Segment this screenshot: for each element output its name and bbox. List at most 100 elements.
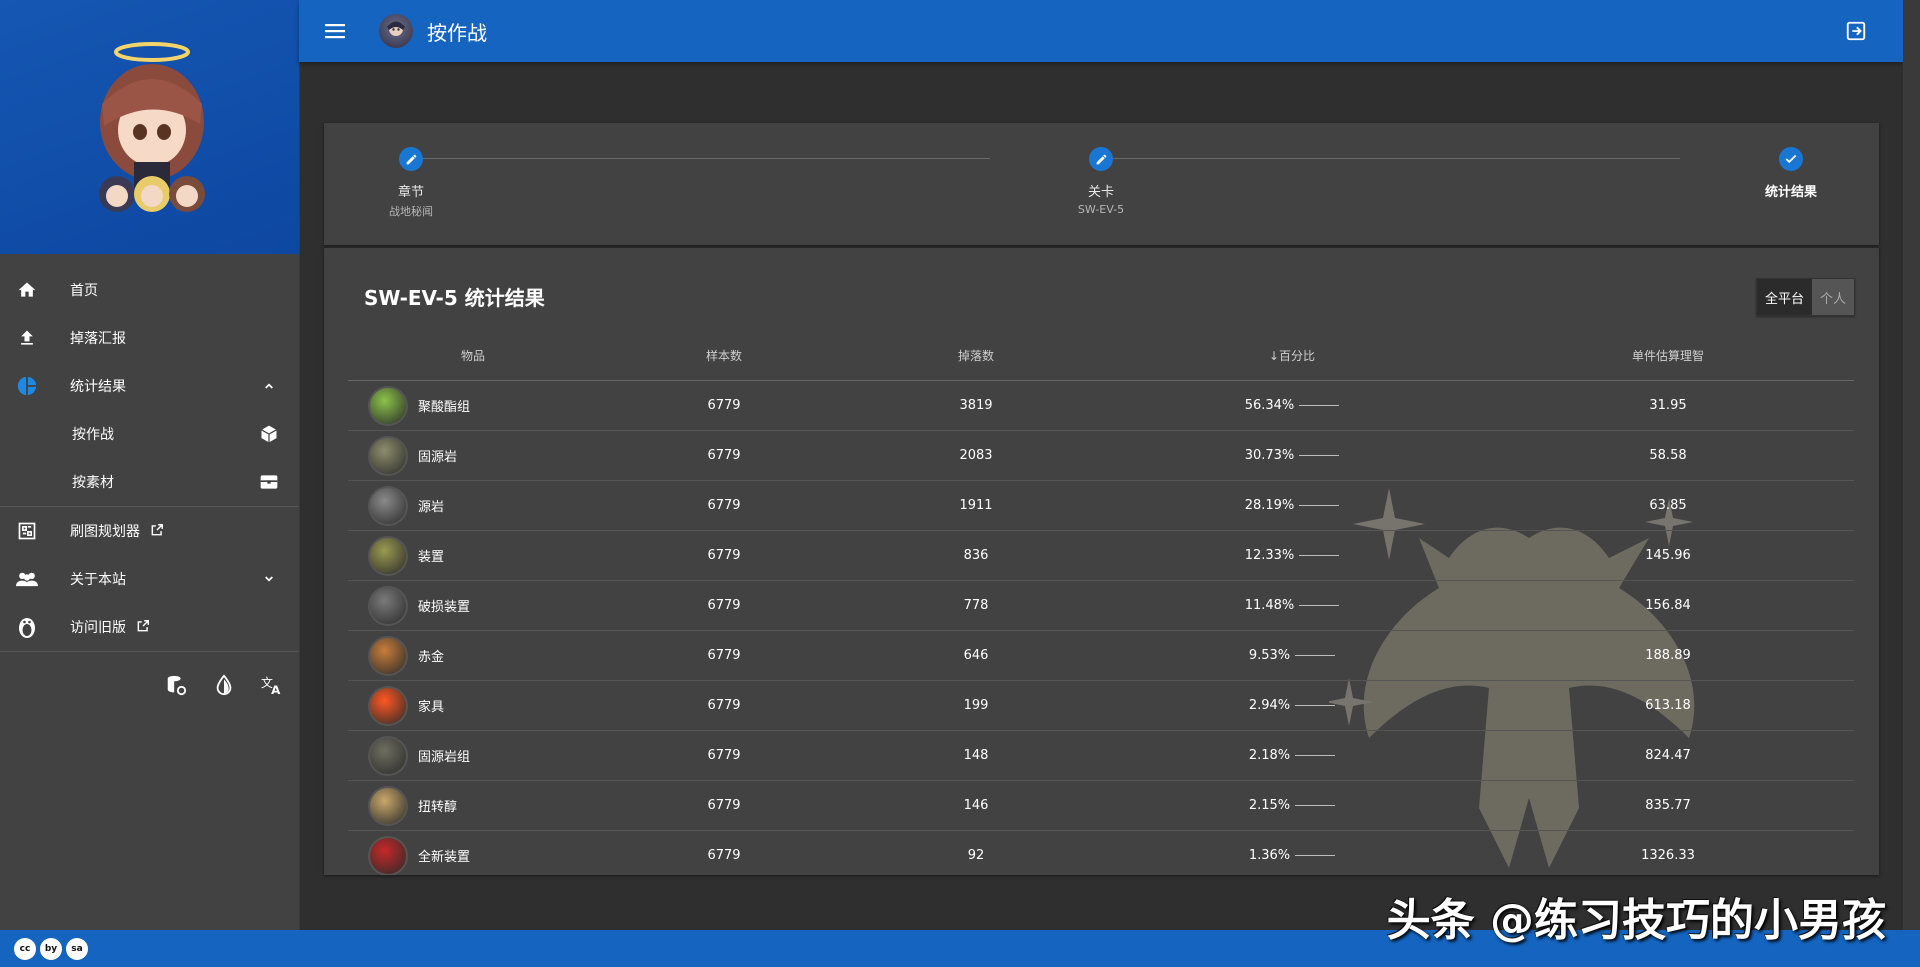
chevron-up-icon: [259, 376, 279, 396]
drops-cell: 836: [850, 530, 1102, 581]
item-name[interactable]: 固源岩: [418, 446, 457, 465]
edit-icon: [399, 147, 423, 171]
watermark-text: 头条 @练习技巧的小男孩: [1386, 895, 1886, 946]
sidebar-item-about[interactable]: 关于本站: [0, 555, 299, 603]
external-link-icon: [136, 619, 152, 635]
item-cell: 聚酸酯组: [348, 380, 598, 431]
drops-cell: 199: [850, 680, 1102, 731]
samples-cell: 6779: [598, 630, 850, 681]
samples-cell: 6779: [598, 380, 850, 431]
table-row[interactable]: 固源岩 6779 2083 30.73% 58.58: [348, 430, 1854, 481]
percent-cell: 9.53%: [1102, 630, 1482, 681]
menu-icon[interactable]: [323, 18, 349, 44]
item-name[interactable]: 家具: [418, 696, 444, 715]
item-name[interactable]: 源岩: [418, 496, 444, 515]
percent-bar: [1295, 855, 1336, 856]
item-name[interactable]: 全新装置: [418, 846, 470, 865]
item-name[interactable]: 赤金: [418, 646, 444, 665]
cc-by-icon: by: [40, 938, 62, 960]
sidebar-item-stats[interactable]: 统计结果: [0, 362, 299, 410]
sidebar-item-by-material[interactable]: 按素材: [0, 458, 299, 506]
item-cell: 固源岩组: [348, 730, 598, 781]
sidebar-item-label: 刷图规划器: [70, 524, 140, 540]
samples-cell: 6779: [598, 480, 850, 531]
item-name[interactable]: 聚酸酯组: [418, 396, 470, 415]
column-header-percent[interactable]: ↓百分比: [1102, 330, 1482, 381]
percent-bar: [1295, 755, 1336, 756]
sidebar-item-home[interactable]: 首页: [0, 266, 299, 314]
step-chapter[interactable]: 章节 战地秘闻: [351, 147, 471, 219]
item-name[interactable]: 扭转醇: [418, 796, 457, 815]
data-source-icon[interactable]: [163, 672, 189, 698]
column-header-samples[interactable]: 样本数: [598, 330, 850, 381]
drops-cell: 146: [850, 780, 1102, 831]
sidebar-item-legacy[interactable]: 访问旧版: [0, 603, 299, 651]
theme-drop-icon[interactable]: [211, 672, 237, 698]
toggle-all-platforms[interactable]: 全平台: [1756, 279, 1812, 315]
table-row[interactable]: 破损装置 6779 778 11.48% 156.84: [348, 580, 1854, 631]
column-header-drops[interactable]: 掉落数: [850, 330, 1102, 381]
table-row[interactable]: 扭转醇 6779 146 2.15% 835.77: [348, 780, 1854, 831]
item-cell: 破损装置: [348, 580, 598, 631]
percent-bar: [1299, 455, 1340, 456]
sidebar-item-by-stage[interactable]: 按作战: [0, 410, 299, 458]
step-stage[interactable]: 关卡 SW-EV-5: [1041, 147, 1161, 216]
sort-arrow-down-icon: ↓: [1268, 348, 1280, 363]
column-header-sanity[interactable]: 单件估算理智: [1482, 330, 1854, 381]
table-header-row: 物品 样本数 掉落数 ↓百分比 单件估算理智: [348, 330, 1854, 381]
results-table: 物品 样本数 掉落数 ↓百分比 单件估算理智 聚酸酯组 6779 3819 56.34…: [348, 330, 1854, 875]
item-icon: [368, 535, 408, 576]
item-name[interactable]: 破损装置: [418, 596, 470, 615]
percent-bar: [1299, 405, 1340, 406]
svg-text:A: A: [271, 683, 281, 696]
table-row[interactable]: 聚酸酯组 6779 3819 56.34% 31.95: [348, 380, 1854, 431]
item-icon: [368, 635, 408, 676]
toggle-personal[interactable]: 个人: [1811, 279, 1854, 315]
license-badge[interactable]: cc by sa: [14, 938, 88, 960]
drops-cell: 1911: [850, 480, 1102, 531]
sidebar-nav: 首页 掉落汇报 统计结果 按作战 按素材 刷图规划器 关于本站 访问旧版 文 A: [0, 254, 299, 698]
table-row[interactable]: 源岩 6779 1911 28.19% 63.85: [348, 480, 1854, 531]
box-icon: [259, 472, 279, 492]
table-row[interactable]: 固源岩组 6779 148 2.18% 824.47: [348, 730, 1854, 781]
table-row[interactable]: 装置 6779 836 12.33% 145.96: [348, 530, 1854, 581]
step-label: 章节: [397, 185, 424, 200]
table-row[interactable]: 家具 6779 199 2.94% 613.18: [348, 680, 1854, 731]
sanity-cell: 188.89: [1482, 630, 1854, 681]
platform-toggle: 全平台 个人: [1755, 278, 1855, 316]
scrollbar[interactable]: [1903, 0, 1920, 930]
cc-icon: cc: [14, 938, 36, 960]
item-name[interactable]: 装置: [418, 546, 444, 565]
percent-cell: 2.18%: [1102, 730, 1482, 781]
percent-cell: 30.73%: [1102, 430, 1482, 481]
sidebar-item-label: 访问旧版: [70, 620, 126, 636]
home-icon: [16, 279, 38, 301]
item-cell: 源岩: [348, 480, 598, 531]
percent-value: 56.34%: [1244, 398, 1295, 413]
sidebar-item-label: 按作战: [72, 427, 114, 443]
sidebar-item-label: 关于本站: [70, 572, 126, 588]
item-cell: 赤金: [348, 630, 598, 681]
column-header-item[interactable]: 物品: [348, 330, 598, 381]
step-results[interactable]: 统计结果: [1731, 147, 1851, 200]
translate-icon[interactable]: 文A: [259, 672, 285, 698]
percent-value: 2.18%: [1248, 748, 1291, 763]
item-name[interactable]: 固源岩组: [418, 746, 470, 765]
table-row[interactable]: 赤金 6779 646 9.53% 188.89: [348, 630, 1854, 681]
item-cell: 装置: [348, 530, 598, 581]
item-cell: 家具: [348, 680, 598, 731]
sidebar-tools: 文A: [0, 652, 299, 698]
logout-icon[interactable]: [1843, 18, 1869, 44]
item-icon: [368, 435, 408, 476]
percent-cell: 28.19%: [1102, 480, 1482, 531]
samples-cell: 6779: [598, 530, 850, 581]
sidebar-item-planner[interactable]: 刷图规划器: [0, 507, 299, 555]
edit-icon: [1089, 147, 1113, 171]
percent-value: 2.94%: [1248, 698, 1291, 713]
item-cell: 固源岩: [348, 430, 598, 481]
sidebar-item-report[interactable]: 掉落汇报: [0, 314, 299, 362]
step-sublabel: SW-EV-5: [1077, 203, 1125, 216]
table-row[interactable]: 全新装置 6779 92 1.36% 1326.33: [348, 830, 1854, 875]
step-connector: [1112, 158, 1680, 159]
sanity-cell: 145.96: [1482, 530, 1854, 581]
